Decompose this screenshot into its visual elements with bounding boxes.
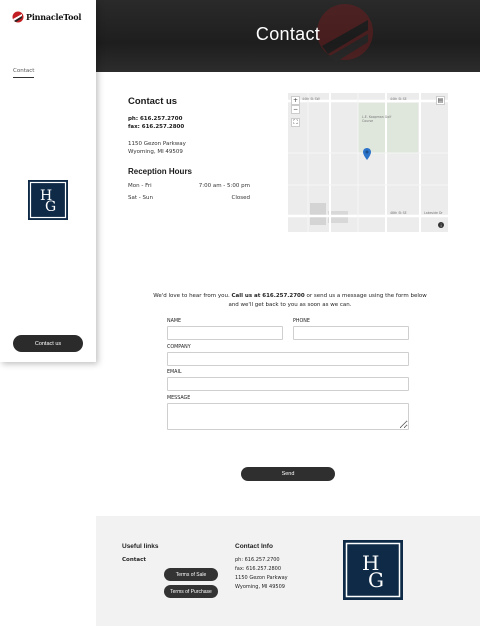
- message-label: MESSAGE: [167, 396, 191, 401]
- hours-day: Sat - Sun: [128, 195, 153, 201]
- contact-phone: ph: 616.257.2700: [128, 116, 183, 122]
- map-pin-icon[interactable]: [363, 148, 371, 160]
- name-label: NAME: [167, 319, 182, 324]
- page-title: Contact: [255, 24, 321, 44]
- phone-field[interactable]: [293, 326, 409, 340]
- hours-day: Mon - Fri: [128, 183, 152, 189]
- company-label: COMPANY: [167, 345, 191, 350]
- contact-us-button[interactable]: Contact us: [13, 335, 83, 352]
- hours-time: Closed: [231, 195, 250, 201]
- contact-section-title: Contact us: [128, 96, 178, 107]
- company-field[interactable]: [167, 352, 409, 366]
- zoom-in-button[interactable]: +: [291, 96, 300, 105]
- name-field[interactable]: [167, 326, 283, 340]
- footer-hg-logo: H G: [343, 540, 403, 600]
- footer: [96, 516, 480, 626]
- form-intro: We'd love to hear from you. Call us at 6…: [150, 292, 430, 310]
- hero-banner: Contact: [96, 0, 480, 72]
- map-label: L.E. Koopman Golf Course: [362, 115, 392, 123]
- map-label: 44th St SE: [390, 97, 407, 101]
- hours-time: 7:00 am - 5:00 pm: [198, 183, 250, 189]
- map-label: 48th St SE: [390, 211, 407, 215]
- send-button[interactable]: Send: [241, 467, 335, 481]
- terms-of-purchase-button[interactable]: Terms of Purchase: [164, 585, 218, 598]
- map-label: 44th St SW: [302, 97, 320, 101]
- footer-link-contact[interactable]: Contact: [122, 557, 146, 563]
- zoom-out-button[interactable]: −: [291, 105, 300, 114]
- logo-swoosh-icon: [12, 11, 24, 23]
- useful-links-title: Useful links: [122, 543, 159, 550]
- footer-address-line-2: Wyoming, MI 49509: [235, 584, 285, 590]
- message-field[interactable]: [167, 403, 409, 430]
- map-layers-icon[interactable]: ▤: [436, 96, 445, 105]
- contact-info-title: Contact Info: [235, 543, 273, 550]
- address-line-2: Wyoming, MI 49509: [128, 149, 183, 155]
- map-label: Lakeside Dr: [424, 211, 443, 215]
- address-line-1: 1150 Gezon Parkway: [128, 141, 186, 147]
- svg-text:G: G: [45, 199, 56, 215]
- pinnacle-tool-logo[interactable]: PinnacleTool: [12, 10, 81, 24]
- email-field[interactable]: [167, 377, 409, 391]
- hg-logo: H G: [28, 180, 68, 220]
- hours-row: Mon - Fri 7:00 am - 5:00 pm: [128, 183, 250, 189]
- svg-text:G: G: [368, 568, 384, 592]
- email-label: EMAIL: [167, 370, 182, 375]
- footer-address-line-1: 1150 Gezon Parkway: [235, 575, 288, 581]
- map-info-icon[interactable]: i: [438, 222, 444, 228]
- intro-text: We'd love to hear from you.: [153, 293, 232, 299]
- reception-hours-title: Reception Hours: [128, 167, 193, 176]
- sidebar-item-contact[interactable]: Contact: [13, 68, 35, 78]
- sidebar: PinnacleTool Contact H G Contact us: [0, 0, 96, 362]
- contact-fax: fax: 616.257.2800: [128, 124, 185, 130]
- logo-text: PinnacleTool: [26, 12, 82, 22]
- intro-phone: Call us at 616.257.2700: [231, 293, 305, 299]
- phone-label: PHONE: [293, 319, 310, 324]
- footer-fax: fax: 616.257.2800: [235, 566, 282, 572]
- terms-of-sale-button[interactable]: Terms of Sale: [164, 568, 218, 581]
- hours-row: Sat - Sun Closed: [128, 195, 250, 201]
- footer-phone: ph: 616.257.2700: [235, 557, 280, 563]
- location-map[interactable]: 44th St SW 44th St SE L.E. Koopman Golf …: [288, 93, 448, 232]
- fullscreen-icon[interactable]: ⛶: [291, 118, 300, 127]
